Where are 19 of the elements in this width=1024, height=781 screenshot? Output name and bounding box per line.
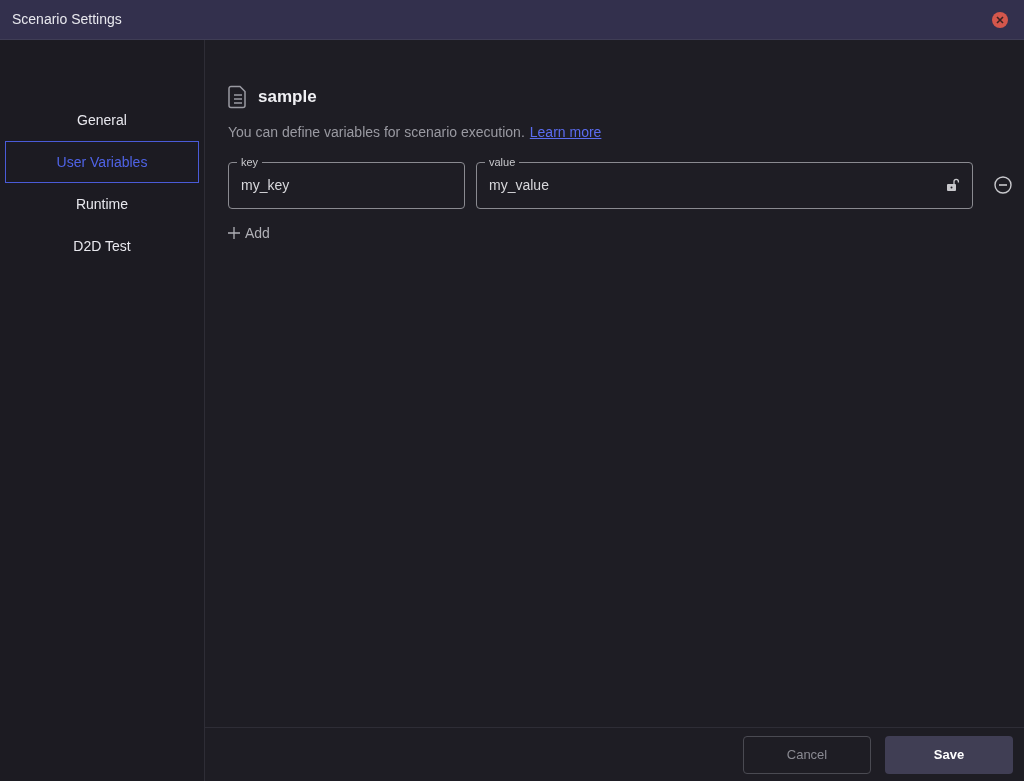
- close-icon: [996, 15, 1004, 24]
- description-text: You can define variables for scenario execution.: [228, 122, 525, 142]
- learn-more-link[interactable]: Learn more: [529, 121, 602, 143]
- save-button[interactable]: Save: [885, 735, 1013, 774]
- scenario-title: sample: [258, 86, 317, 108]
- cancel-button[interactable]: Cancel: [743, 735, 871, 774]
- document-icon: [228, 84, 248, 109]
- window-title: Scenario Settings: [12, 10, 122, 29]
- sidebar-item[interactable]: User Variables: [5, 141, 199, 183]
- unlock-icon[interactable]: [946, 178, 960, 192]
- value-text: my_value: [489, 175, 549, 195]
- sidebar-item[interactable]: General: [5, 99, 199, 141]
- key-value-text: my_key: [241, 175, 290, 195]
- plus-icon: [228, 227, 240, 239]
- close-button[interactable]: [992, 11, 1008, 28]
- remove-icon[interactable]: [994, 176, 1012, 194]
- sidebar-item[interactable]: D2D Test: [5, 225, 199, 267]
- sidebar-item[interactable]: Runtime: [5, 183, 199, 225]
- add-button[interactable]: Add: [228, 222, 270, 244]
